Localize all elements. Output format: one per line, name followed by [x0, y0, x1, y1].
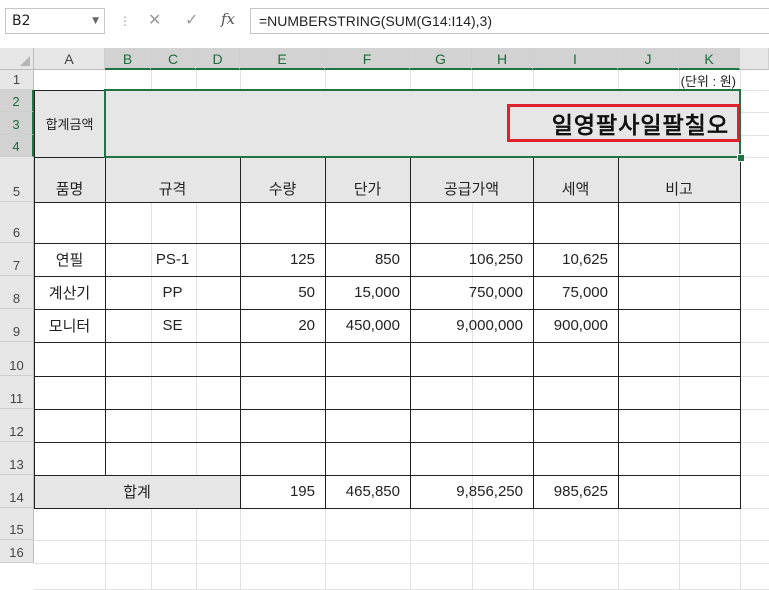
selection-border: [104, 89, 741, 158]
row-number: 9: [12, 324, 21, 339]
item-name[interactable]: 모니터: [34, 309, 105, 342]
fill-handle[interactable]: [737, 154, 745, 162]
total-row-label[interactable]: 합계: [34, 475, 240, 508]
row-header-16[interactable]: 16: [0, 540, 34, 563]
item-qty[interactable]: 125: [240, 243, 325, 276]
formula-bar: B2 ▼ ⋮ ✕ ✓ fx =NUMBERSTRING(SUM(G14:I14)…: [0, 0, 769, 44]
total-amount-label[interactable]: 합계금액: [34, 90, 105, 157]
row-number: 14: [9, 490, 24, 505]
row-header-13[interactable]: 13: [0, 442, 34, 475]
insert-function-icon[interactable]: fx: [221, 10, 235, 28]
item-supply[interactable]: 750,000: [410, 276, 533, 309]
header-cell[interactable]: 수량: [240, 174, 325, 202]
name-box[interactable]: B2 ▼: [5, 8, 105, 34]
row-number: 16: [9, 545, 24, 560]
row-header-5[interactable]: 5: [0, 157, 34, 202]
cancel-icon[interactable]: ✕: [148, 10, 161, 29]
row-number: 12: [9, 424, 24, 439]
header-cell[interactable]: 세액: [533, 174, 618, 202]
header-cell[interactable]: 규격: [105, 174, 240, 202]
item-tax[interactable]: 75,000: [533, 276, 618, 309]
row-header-8[interactable]: 8: [0, 276, 34, 309]
select-all-button[interactable]: [0, 48, 34, 70]
row-number: 11: [9, 391, 24, 406]
row-header-10[interactable]: 10: [0, 342, 34, 376]
item-supply[interactable]: 9,000,000: [410, 309, 533, 342]
total-tax[interactable]: 985,625: [533, 475, 618, 508]
column-header-b[interactable]: B: [105, 48, 151, 70]
row-number: 3: [12, 117, 20, 132]
item-spec[interactable]: SE: [105, 309, 240, 342]
column-header-a[interactable]: A: [34, 48, 105, 70]
border-h: [34, 508, 741, 509]
column-header-i[interactable]: I: [533, 48, 618, 70]
item-price[interactable]: 850: [325, 243, 410, 276]
item-tax[interactable]: 900,000: [533, 309, 618, 342]
row-number: 13: [9, 457, 24, 472]
row-header-12[interactable]: 12: [0, 409, 34, 442]
column-header-k[interactable]: K: [679, 48, 740, 70]
item-qty[interactable]: 50: [240, 276, 325, 309]
unit-note: (단위 : 원): [680, 73, 736, 89]
more-options-icon: ⋮: [119, 14, 131, 28]
column-header-j[interactable]: J: [618, 48, 679, 70]
column-header-f[interactable]: F: [325, 48, 410, 70]
border-h: [34, 409, 741, 410]
row-number: 1: [12, 72, 21, 87]
row-number: 2: [12, 94, 20, 109]
row-header-6[interactable]: 6: [0, 202, 34, 243]
gridline-h: [34, 563, 769, 564]
row-number: 15: [9, 522, 24, 537]
total-supply[interactable]: 9,856,250: [410, 475, 533, 508]
row-number: 4: [12, 139, 20, 154]
item-price[interactable]: 15,000: [325, 276, 410, 309]
border-h: [34, 342, 741, 343]
header-cell[interactable]: 단가: [325, 174, 410, 202]
row-number: 10: [9, 358, 24, 373]
chevron-down-icon[interactable]: ▼: [92, 9, 99, 33]
row-header-2[interactable]: 2: [0, 90, 34, 112]
row-number: 6: [12, 225, 21, 240]
worksheet-grid[interactable]: ABCDEFGHIJK 1 2 3 4 5 6 7 8 9 10 11 12 13 14 15 16 합계금액…: [0, 44, 769, 590]
total-qty[interactable]: 195: [240, 475, 325, 508]
row-header-4[interactable]: 4: [0, 135, 34, 157]
border-h: [34, 376, 741, 377]
row-header-11[interactable]: 11: [0, 376, 34, 409]
border-v: [618, 157, 619, 509]
header-cell[interactable]: 비고: [618, 174, 740, 202]
header-cell[interactable]: 품명: [34, 174, 105, 202]
row-number: 7: [12, 258, 21, 273]
column-header-g[interactable]: G: [410, 48, 472, 70]
row-header-9[interactable]: 9: [0, 309, 34, 342]
column-header-d[interactable]: D: [196, 48, 240, 70]
item-spec[interactable]: PP: [105, 276, 240, 309]
border-h: [34, 442, 741, 443]
row-header-1[interactable]: 1: [0, 70, 34, 90]
gridline-h: [34, 540, 769, 541]
column-header-c[interactable]: C: [151, 48, 196, 70]
item-tax[interactable]: 10,625: [533, 243, 618, 276]
column-header-h[interactable]: H: [472, 48, 533, 70]
border-h: [34, 202, 741, 203]
row-number: 8: [12, 291, 21, 306]
row-header-15[interactable]: 15: [0, 508, 34, 540]
item-supply[interactable]: 106,250: [410, 243, 533, 276]
formula-input[interactable]: =NUMBERSTRING(SUM(G14:I14),3): [250, 8, 769, 34]
row-number: 5: [12, 184, 21, 199]
header-cell[interactable]: 공급가액: [410, 174, 533, 202]
name-box-value: B2: [12, 13, 31, 29]
column-header-blank: [740, 48, 769, 70]
row-header-3[interactable]: 3: [0, 112, 34, 135]
item-price[interactable]: 450,000: [325, 309, 410, 342]
row-header-7[interactable]: 7: [0, 243, 34, 276]
item-qty[interactable]: 20: [240, 309, 325, 342]
item-name[interactable]: 계산기: [34, 276, 105, 309]
item-spec[interactable]: PS-1: [105, 243, 240, 276]
enter-icon[interactable]: ✓: [185, 10, 198, 29]
item-name[interactable]: 연필: [34, 243, 105, 276]
total-price[interactable]: 465,850: [325, 475, 410, 508]
row-header-14[interactable]: 14: [0, 475, 34, 508]
column-header-e[interactable]: E: [240, 48, 325, 70]
